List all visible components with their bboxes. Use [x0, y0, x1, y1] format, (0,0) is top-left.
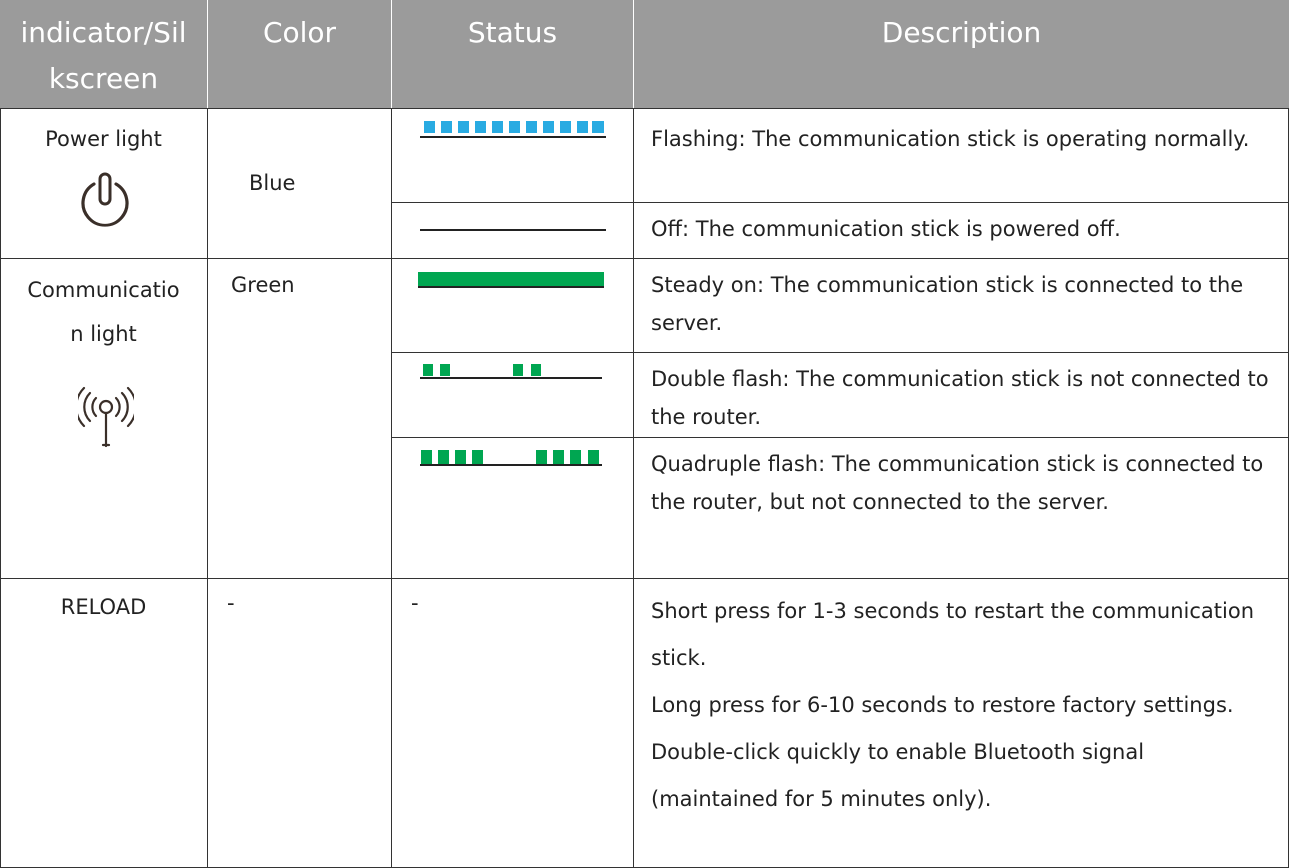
communication-light-label-line2: n light: [70, 322, 137, 346]
reload-description-long-press: Long press for 6-10 seconds to restore f…: [651, 693, 1234, 717]
reload-color: -: [227, 591, 235, 615]
power-icon: [81, 172, 129, 227]
indicator-table: indicator/Sil kscreen Color Status Descr…: [0, 0, 1289, 868]
power-color: Blue: [249, 171, 296, 195]
reload-description: Short press for 1-3 seconds to restart t…: [651, 588, 1273, 823]
status-off: [420, 229, 606, 231]
communication-steady-description: Steady on: The communication stick is co…: [651, 273, 1244, 335]
header-color: Color: [208, 0, 391, 108]
communication-light-label-line1: Communicatio: [27, 278, 180, 302]
header-status: Status: [392, 0, 633, 108]
communication-quadruple-flash-description: Quadruple flash: The communication stick…: [651, 452, 1264, 514]
header-indicator-line1: indicator/Sil: [20, 16, 187, 49]
status-blue-flashing: [420, 121, 606, 138]
communication-color: Green: [231, 273, 295, 297]
status-green-steady: [418, 272, 604, 288]
header-indicator: indicator/Sil kscreen: [0, 0, 207, 108]
power-flashing-description: Flashing: The communication stick is ope…: [651, 127, 1250, 151]
reload-status: -: [411, 591, 419, 615]
reload-description-double-click: Double-click quickly to enable Bluetooth…: [651, 740, 1145, 811]
reload-description-short-press: Short press for 1-3 seconds to restart t…: [651, 599, 1255, 670]
communication-light-label: Communicatio n light: [0, 265, 207, 353]
status-green-quadruple-flash: [420, 450, 602, 466]
power-light-label: Power light: [45, 127, 162, 151]
header-indicator-line2: kscreen: [48, 62, 159, 95]
communication-double-flash-description: Double flash: The communication stick is…: [651, 367, 1269, 429]
header-description: Description: [634, 0, 1289, 108]
status-green-double-flash: [420, 364, 602, 379]
power-off-description: Off: The communication stick is powered …: [651, 217, 1121, 241]
antenna-signal-icon: [78, 386, 134, 448]
reload-label: RELOAD: [60, 595, 147, 619]
